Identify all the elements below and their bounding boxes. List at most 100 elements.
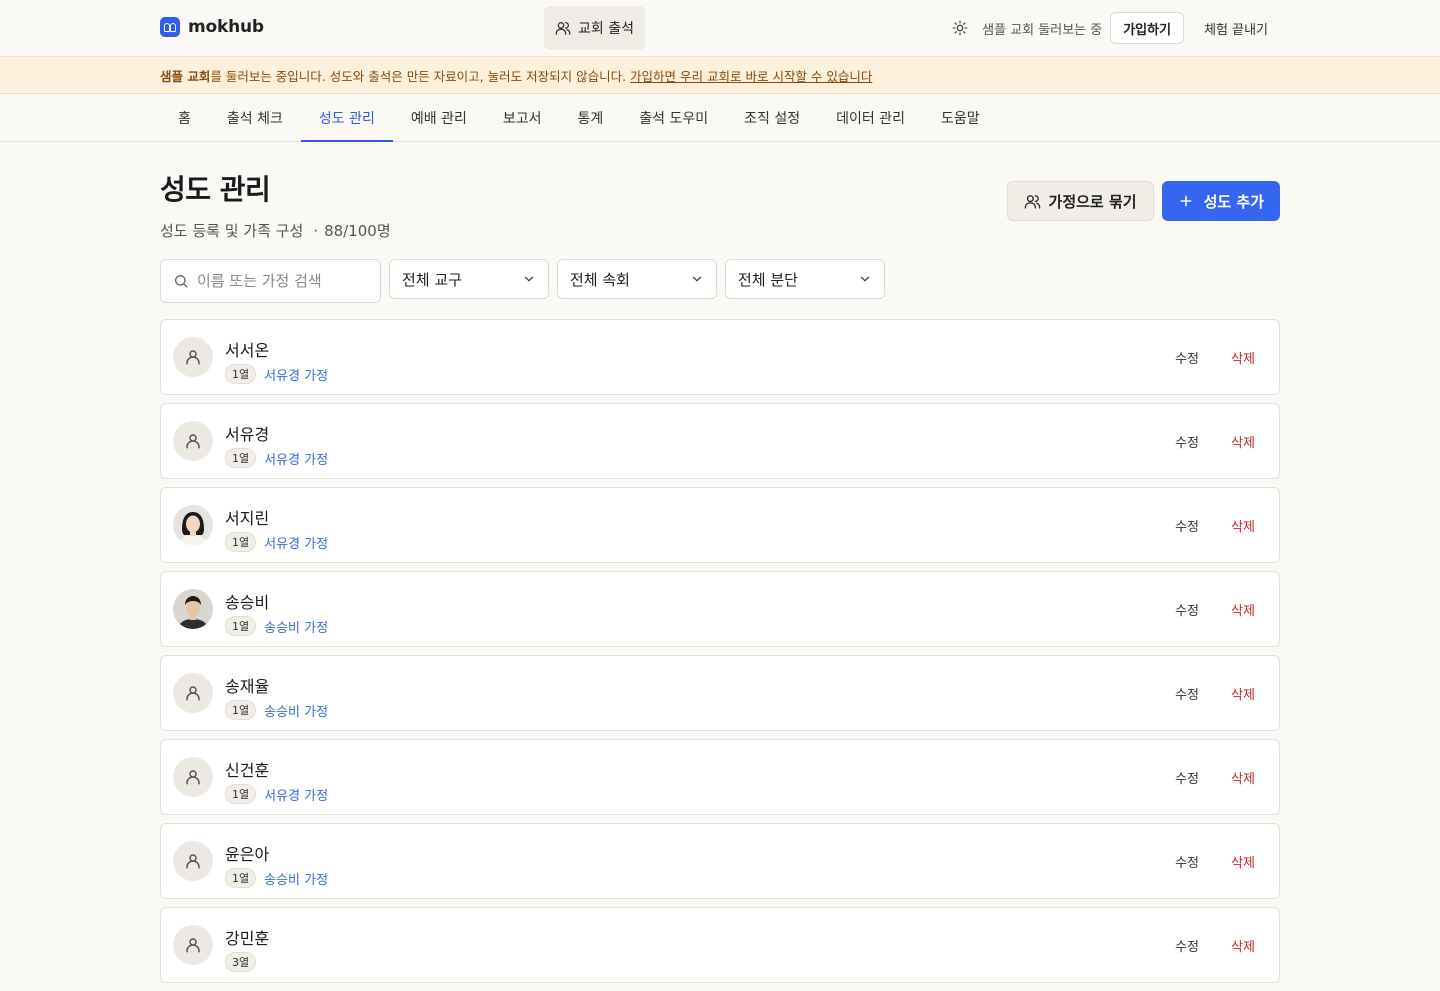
delete-button[interactable]: 삭제 bbox=[1231, 516, 1255, 535]
member-name[interactable]: 송승비 bbox=[225, 589, 269, 613]
row-badge: 1열 bbox=[225, 532, 257, 552]
edit-button[interactable]: 수정 bbox=[1175, 936, 1199, 955]
nav-reports[interactable]: 보고서 bbox=[485, 94, 560, 141]
page-title: 성도 관리 bbox=[160, 173, 271, 206]
family-link[interactable]: 서유경 가정 bbox=[264, 365, 328, 384]
search-icon bbox=[175, 275, 188, 288]
member-row[interactable]: 윤은아 1열 송승비 가정 수정 삭제 bbox=[160, 823, 1280, 899]
row-badge: 1열 bbox=[225, 868, 257, 888]
theme-toggle-button[interactable] bbox=[944, 12, 976, 44]
add-member-button[interactable]: 성도 추가 bbox=[1161, 181, 1280, 221]
row-badge: 1열 bbox=[225, 784, 257, 804]
nav-statistics[interactable]: 통계 bbox=[559, 94, 621, 141]
member-row[interactable]: 송재율 1열 송승비 가정 수정 삭제 bbox=[160, 655, 1280, 731]
row-badge: 3열 bbox=[225, 952, 257, 972]
member-row[interactable]: 신건훈 1열 서유경 가정 수정 삭제 bbox=[160, 739, 1280, 815]
member-meta: 1열 서유경 가정 bbox=[225, 364, 328, 384]
member-name[interactable]: 강민훈 bbox=[225, 925, 269, 949]
member-row[interactable]: 송승비 1열 송승비 가정 수정 삭제 bbox=[160, 571, 1280, 647]
group-family-label: 가정으로 묶기 bbox=[1048, 192, 1137, 211]
nav-home[interactable]: 홈 bbox=[160, 94, 209, 141]
delete-button[interactable]: 삭제 bbox=[1231, 348, 1255, 367]
signup-button[interactable]: 가입하기 bbox=[1110, 12, 1185, 44]
family-link[interactable]: 서유경 가정 bbox=[264, 449, 328, 468]
page-header: 성도 관리 성도 등록 및 가족 구성 · 88/100명 bbox=[160, 168, 391, 241]
page-subtitle: 성도 등록 및 가족 구성 · 88/100명 bbox=[160, 220, 391, 241]
add-member-label: 성도 추가 bbox=[1203, 192, 1264, 211]
member-name[interactable]: 서유경 bbox=[225, 421, 269, 445]
edit-button[interactable]: 수정 bbox=[1175, 432, 1199, 451]
member-meta: 1열 송승비 가정 bbox=[225, 616, 328, 636]
banner-strong: 샘플 교회 bbox=[160, 68, 211, 84]
row-badge: 1열 bbox=[225, 364, 257, 384]
delete-button[interactable]: 삭제 bbox=[1231, 936, 1255, 955]
banner-signup-link[interactable]: 가입하면 우리 교회로 바로 시작할 수 있습니다 bbox=[630, 66, 872, 85]
member-meta: 1열 송승비 가정 bbox=[225, 868, 328, 888]
division-select[interactable]: 전체 분단 bbox=[725, 259, 885, 299]
member-meta: 1열 서유경 가정 bbox=[225, 448, 328, 468]
users-icon bbox=[555, 22, 571, 35]
family-link[interactable]: 서유경 가정 bbox=[264, 533, 328, 552]
chevron-down-icon bbox=[860, 276, 870, 282]
brand[interactable]: mokhub bbox=[160, 17, 264, 37]
edit-button[interactable]: 수정 bbox=[1175, 516, 1199, 535]
search-box[interactable] bbox=[160, 259, 381, 303]
group-family-button[interactable]: 가정으로 묶기 bbox=[1006, 181, 1154, 221]
user-icon bbox=[173, 841, 213, 881]
edit-button[interactable]: 수정 bbox=[1175, 600, 1199, 619]
users-icon bbox=[1024, 194, 1040, 209]
member-row[interactable]: 서서온 1열 서유경 가정 수정 삭제 bbox=[160, 319, 1280, 395]
member-list: 서서온 1열 서유경 가정 수정 삭제 서유경 1열 서유경 가정 수정 삭제 서지린 1열 서유경 가… bbox=[160, 319, 1280, 991]
delete-button[interactable]: 삭제 bbox=[1231, 768, 1255, 787]
edit-button[interactable]: 수정 bbox=[1175, 348, 1199, 367]
end-trial-button[interactable]: 체험 끝내기 bbox=[1192, 12, 1280, 44]
family-link[interactable]: 송승비 가정 bbox=[264, 617, 328, 636]
nav-data-management[interactable]: 데이터 관리 bbox=[818, 94, 923, 141]
nav-services[interactable]: 예배 관리 bbox=[393, 94, 485, 141]
family-link[interactable]: 서유경 가정 bbox=[264, 785, 328, 804]
nav-help[interactable]: 도움말 bbox=[923, 94, 998, 141]
brand-name: mokhub bbox=[188, 17, 264, 37]
edit-button[interactable]: 수정 bbox=[1175, 852, 1199, 871]
member-row[interactable]: 서지린 1열 서유경 가정 수정 삭제 bbox=[160, 487, 1280, 563]
member-name[interactable]: 신건훈 bbox=[225, 757, 269, 781]
edit-button[interactable]: 수정 bbox=[1175, 768, 1199, 787]
plus-icon bbox=[1180, 195, 1191, 207]
delete-button[interactable]: 삭제 bbox=[1231, 432, 1255, 451]
chevron-down-icon bbox=[524, 276, 534, 282]
church-attendance-tab[interactable]: 교회 출석 bbox=[544, 6, 645, 50]
member-count: 88/100명 bbox=[324, 222, 391, 240]
edit-button[interactable]: 수정 bbox=[1175, 684, 1199, 703]
member-row[interactable]: 서유경 1열 서유경 가정 수정 삭제 bbox=[160, 403, 1280, 479]
member-name[interactable]: 송재율 bbox=[225, 673, 269, 697]
row-badge: 1열 bbox=[225, 616, 257, 636]
nav-org-settings[interactable]: 조직 설정 bbox=[726, 94, 818, 141]
cell-select[interactable]: 전체 속회 bbox=[557, 259, 717, 299]
district-select-value: 전체 교구 bbox=[402, 270, 462, 289]
member-name[interactable]: 서지린 bbox=[225, 505, 269, 529]
member-row[interactable]: 강민훈 3열 수정 삭제 bbox=[160, 907, 1280, 983]
member-meta: 3열 bbox=[225, 952, 257, 972]
member-name[interactable]: 서서온 bbox=[225, 337, 269, 361]
family-link[interactable]: 송승비 가정 bbox=[264, 869, 328, 888]
member-name[interactable]: 윤은아 bbox=[225, 841, 269, 865]
sample-banner: 샘플 교회 를 둘러보는 중입니다. 성도와 출석은 만든 자료이고, 눌러도 저… bbox=[0, 57, 1440, 94]
brand-logo-icon bbox=[160, 17, 180, 37]
delete-button[interactable]: 삭제 bbox=[1231, 684, 1255, 703]
district-select[interactable]: 전체 교구 bbox=[389, 259, 549, 299]
nav-attendance-helper[interactable]: 출석 도우미 bbox=[621, 94, 726, 141]
delete-button[interactable]: 삭제 bbox=[1231, 600, 1255, 619]
filter-bar: 전체 교구 전체 속회 전체 분단 bbox=[160, 259, 885, 303]
member-photo bbox=[173, 505, 213, 545]
sample-mode-text: 샘플 교회 둘러보는 중 bbox=[982, 22, 1103, 38]
nav-attendance-check[interactable]: 출석 체크 bbox=[209, 94, 301, 141]
delete-button[interactable]: 삭제 bbox=[1231, 852, 1255, 871]
nav-members[interactable]: 성도 관리 bbox=[300, 94, 393, 142]
subtitle-separator: · bbox=[313, 222, 319, 240]
user-icon bbox=[173, 337, 213, 377]
member-meta: 1열 서유경 가정 bbox=[225, 532, 328, 552]
row-badge: 1열 bbox=[225, 700, 257, 720]
member-photo bbox=[173, 589, 213, 629]
search-input[interactable] bbox=[197, 272, 367, 290]
family-link[interactable]: 송승비 가정 bbox=[264, 701, 328, 720]
